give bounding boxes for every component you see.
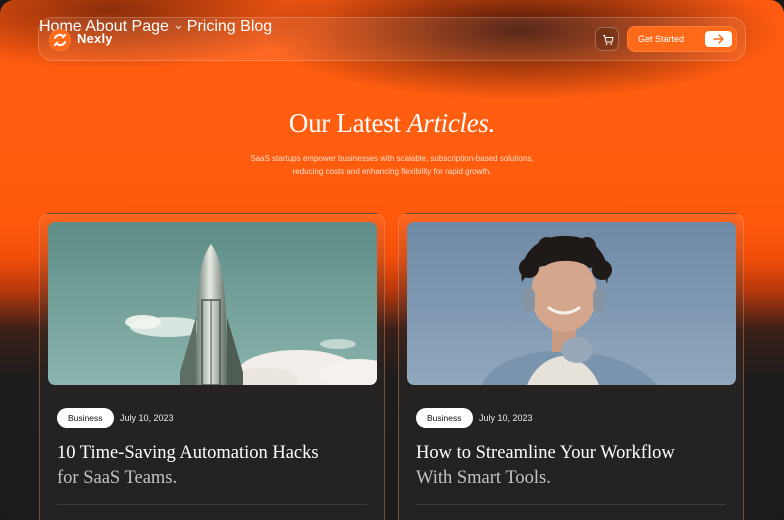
page-background: Nexly Home About Page Pricing Blog Get S… (0, 0, 784, 520)
article-date: July 10, 2023 (120, 413, 174, 423)
nav-page[interactable]: Page (132, 18, 187, 35)
article-card[interactable]: Business July 10, 2023 10 Time-Saving Au… (39, 213, 385, 520)
person-image[interactable] (407, 222, 736, 385)
card-divider (416, 504, 726, 505)
cart-icon (603, 35, 614, 45)
get-started-label: Get Started (638, 34, 685, 44)
subtitle-line-1: SaaS startups empower businesses with sc… (250, 154, 534, 163)
nav-page-label: Page (131, 18, 169, 35)
category-badge[interactable]: Business (57, 408, 114, 428)
subtitle-line-2: reducing costs and enhancing flexibility… (292, 167, 492, 176)
article-title-line-1: 10 Time-Saving Automation Hacks (57, 443, 319, 463)
page-subtitle: SaaS startups empower businesses with sc… (200, 152, 584, 178)
logo-icon[interactable] (49, 29, 71, 51)
cart-button[interactable] (595, 27, 619, 51)
chevron-down-icon (175, 25, 182, 30)
article-title-line-1: How to Streamline Your Workflow (416, 443, 675, 463)
nav-pricing[interactable]: Pricing (187, 18, 236, 35)
brand-name[interactable]: Nexly (77, 31, 113, 46)
category-badge[interactable]: Business (416, 408, 473, 428)
article-card[interactable]: Business July 10, 2023 How to Streamline… (398, 213, 744, 520)
get-started-button[interactable]: Get Started (627, 26, 737, 52)
title-plain: Our Latest (288, 108, 401, 138)
page-title: Our Latest Articles. (0, 108, 784, 139)
navbar: Nexly Home About Page Pricing Blog Get S… (38, 17, 746, 61)
rocket-image[interactable] (48, 222, 377, 385)
arrow-right-icon (705, 31, 732, 47)
article-title-line-2: With Smart Tools. (416, 468, 551, 488)
article-title-line-2: for SaaS Teams. (57, 468, 178, 488)
nav-blog[interactable]: Blog (240, 18, 272, 35)
article-title[interactable]: 10 Time-Saving Automation Hacks for SaaS… (57, 441, 367, 491)
article-date: July 10, 2023 (479, 413, 533, 423)
card-divider (57, 504, 367, 505)
title-emphasis: Articles. (407, 108, 496, 138)
article-title[interactable]: How to Streamline Your Workflow With Sma… (416, 441, 726, 491)
